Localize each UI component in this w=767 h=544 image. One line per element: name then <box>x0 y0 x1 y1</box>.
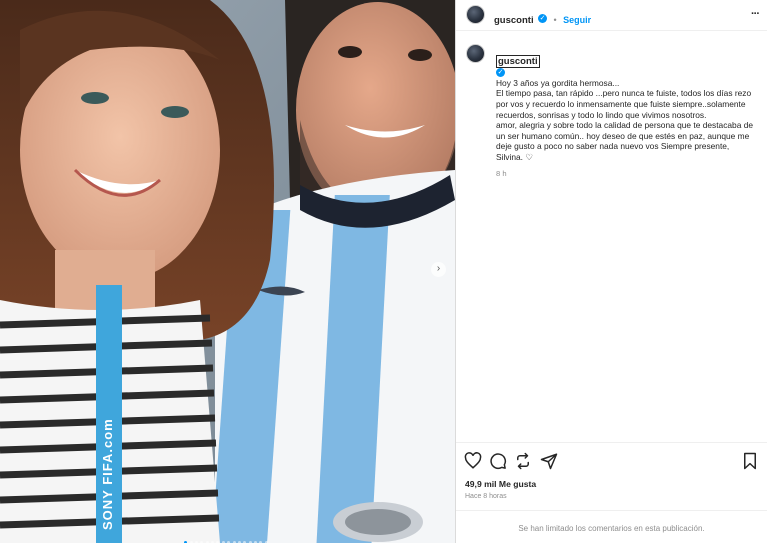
comments-limited-text: Se han limitado los comentarios en esta … <box>518 524 705 533</box>
comment-icon[interactable] <box>489 452 507 470</box>
share-icon[interactable] <box>514 452 532 470</box>
carousel-next-button[interactable]: › <box>431 262 446 277</box>
post-sidebar: gusconti ✓ • Seguir ··· gusconti ✓ Hoy 3… <box>455 0 767 543</box>
comments-limited-notice: Se han limitado los comentarios en esta … <box>456 510 767 544</box>
bookmark-icon[interactable] <box>741 452 759 470</box>
verified-icon: ✓ <box>538 14 548 24</box>
lanyard-text: SONY FIFA.com <box>100 418 115 530</box>
post-photo[interactable]: SONY FIFA.com › <box>0 0 455 543</box>
caption-username[interactable]: gusconti <box>496 54 540 68</box>
caption-avatar[interactable] <box>466 44 485 63</box>
likes-count[interactable]: 49,9 mil Me gusta <box>465 479 536 489</box>
caption-timestamp: 8 h <box>496 168 507 178</box>
verified-icon: ✓ <box>496 68 505 78</box>
author-avatar[interactable] <box>466 5 485 24</box>
more-options-icon[interactable]: ··· <box>751 8 760 20</box>
heart-icon[interactable] <box>464 452 482 470</box>
caption-text: Hoy 3 años ya gordita hermosa... El tiem… <box>496 77 754 162</box>
follow-button[interactable]: Seguir <box>563 15 591 25</box>
post-header: gusconti ✓ • Seguir ··· <box>456 0 767 31</box>
post-timestamp: Hace 8 horas <box>465 493 507 500</box>
author-username[interactable]: gusconti <box>494 15 534 26</box>
send-icon[interactable] <box>540 452 558 470</box>
caption: gusconti ✓ Hoy 3 años ya gordita hermosa… <box>496 45 758 179</box>
photo-illustration <box>0 0 455 543</box>
carousel-dots <box>183 531 269 543</box>
